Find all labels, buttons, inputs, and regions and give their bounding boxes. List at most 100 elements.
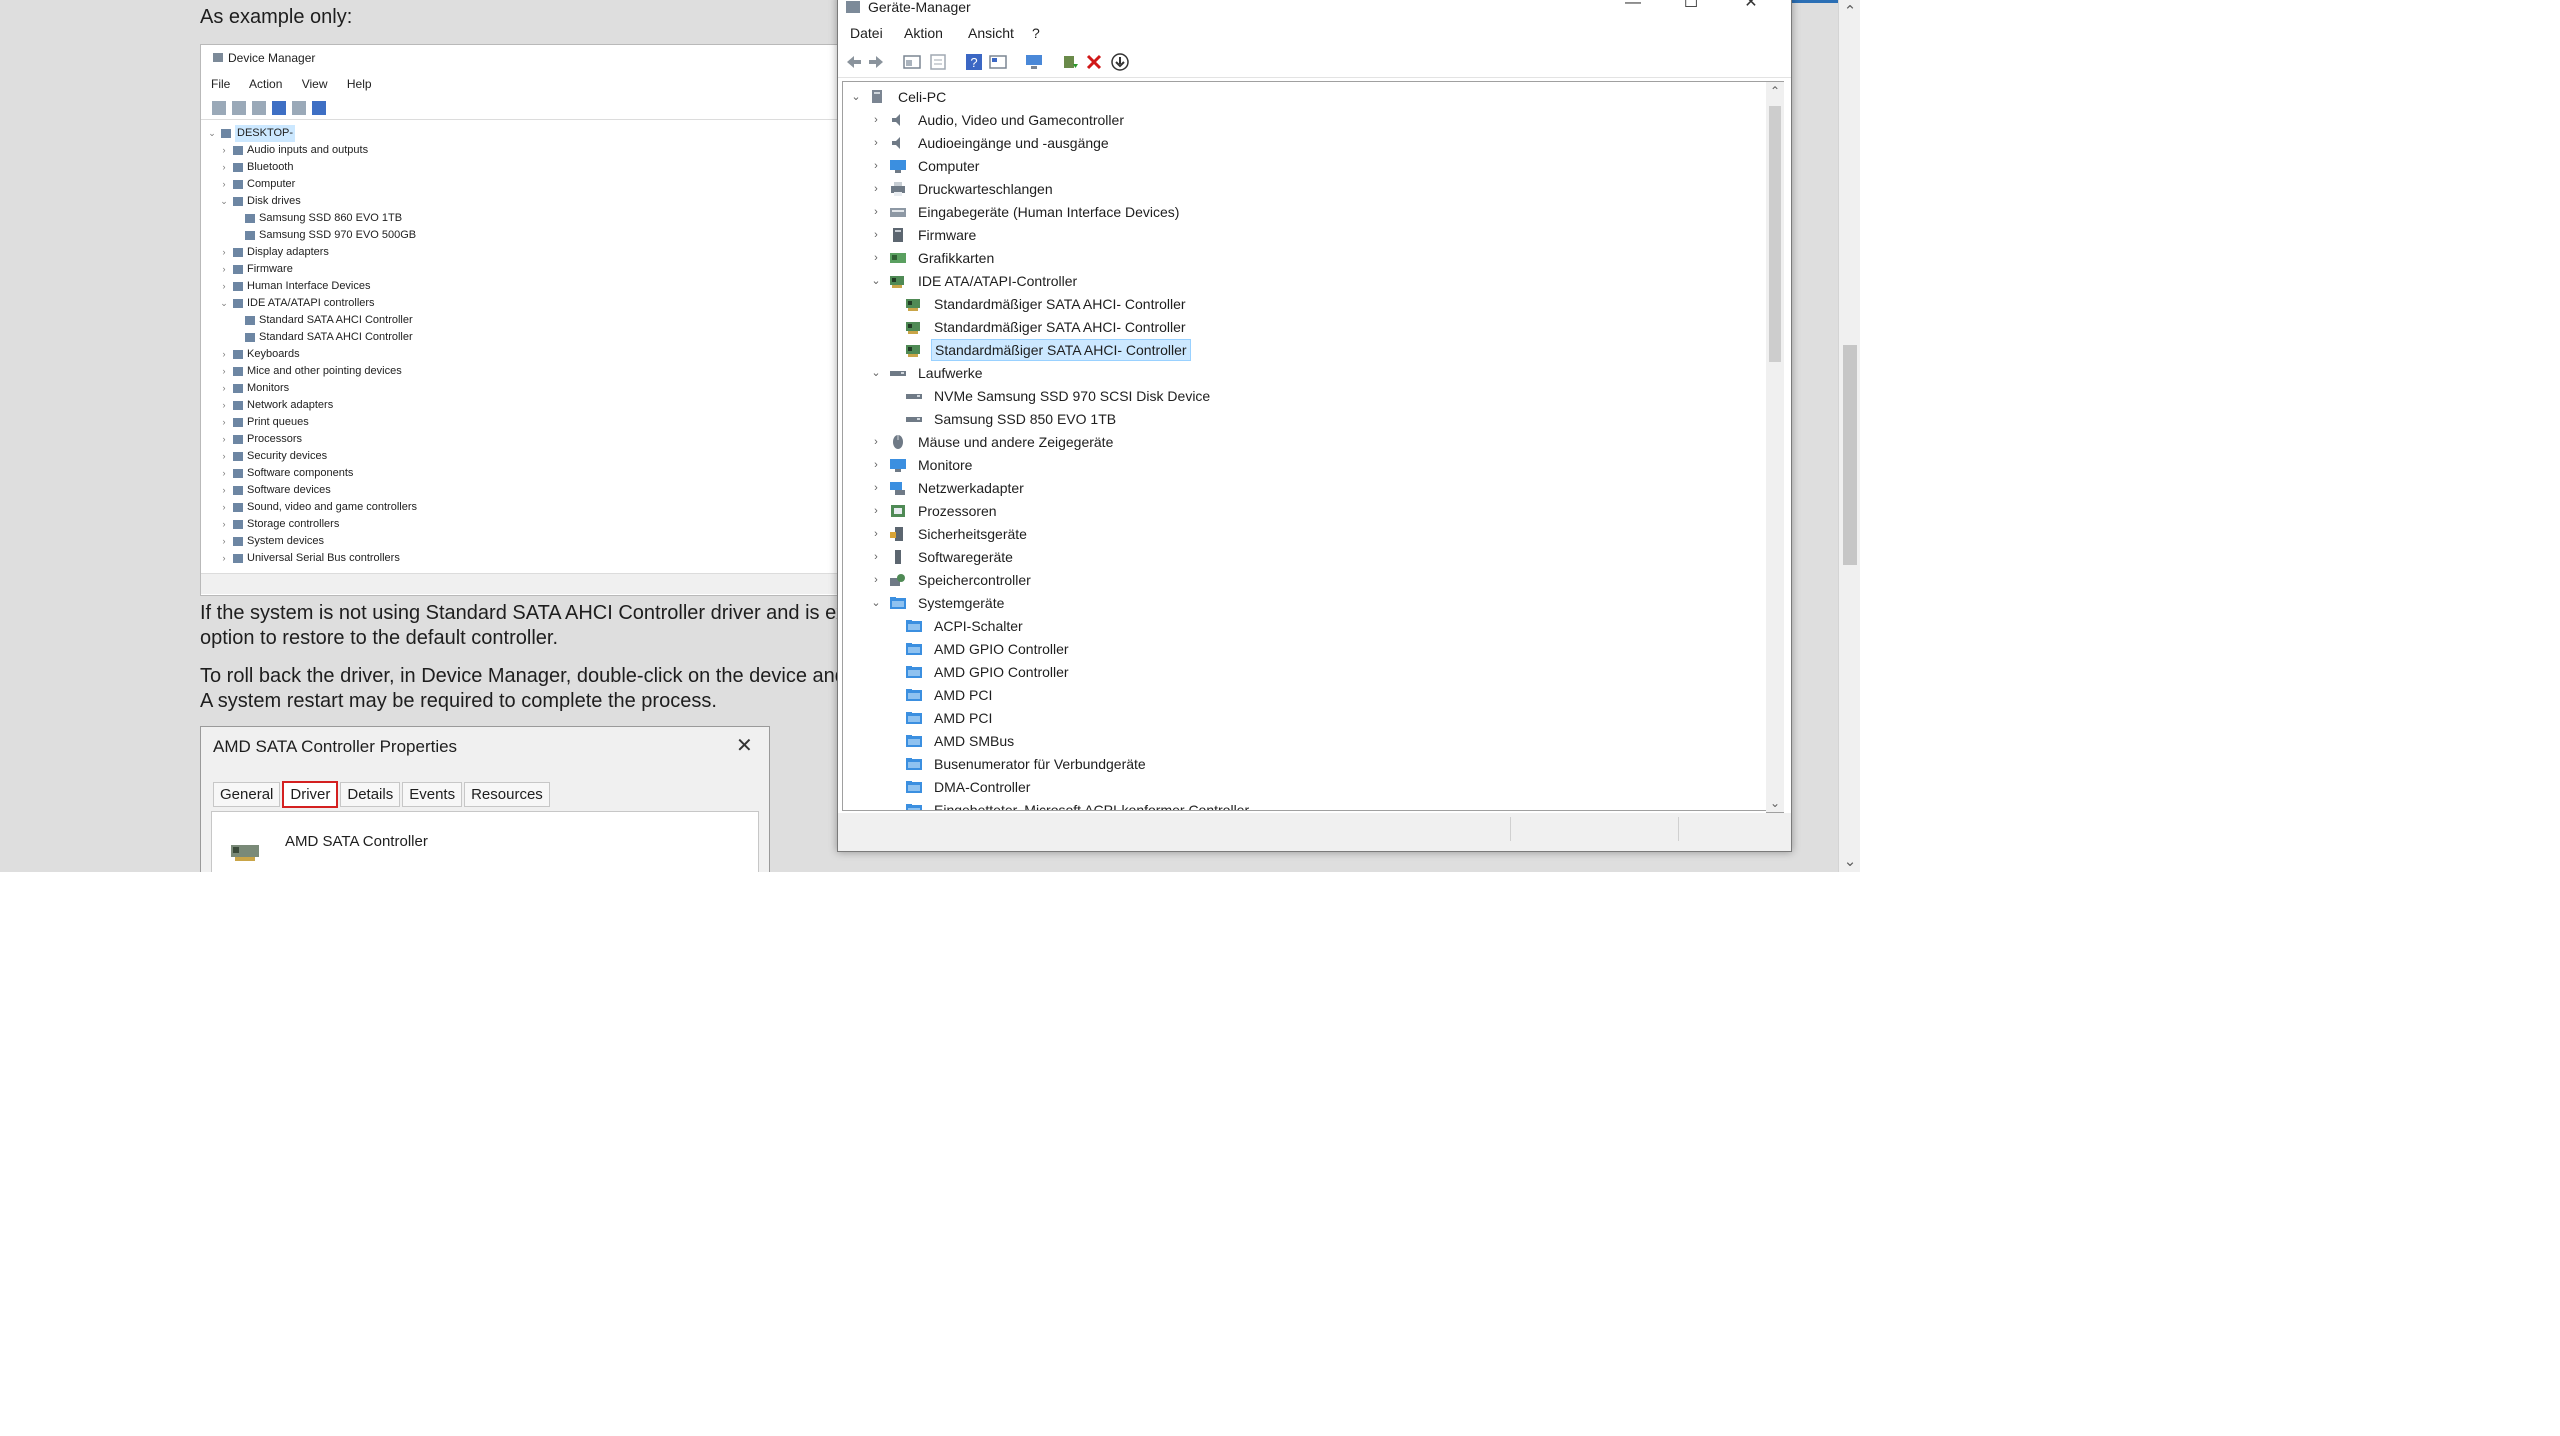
device-tree[interactable]: ⌄ Celi-PC › Audio, Video und Gamecontroll… — [842, 81, 1768, 811]
chevron-right-icon[interactable]: › — [869, 546, 883, 568]
scrollbar-thumb[interactable] — [1843, 345, 1857, 565]
close-icon: ✕ — [736, 735, 753, 757]
scroll-down-arrow-icon[interactable]: ⌄ — [1839, 852, 1860, 870]
download-icon[interactable] — [1110, 52, 1130, 72]
chevron-right-icon[interactable]: › — [869, 201, 883, 223]
system-folder-icon — [906, 712, 922, 724]
device-icon — [233, 180, 243, 189]
tree-item-label: Eingabegeräte (Human Interface Devices) — [918, 204, 1180, 220]
update-driver-icon[interactable] — [1060, 52, 1080, 72]
device-icon — [233, 299, 243, 308]
menu-aktion[interactable]: Aktion — [904, 25, 943, 41]
chevron-right-icon[interactable]: › — [869, 178, 883, 200]
tab-details: Details — [340, 782, 401, 807]
processor-icon — [891, 505, 905, 517]
chevron-right-icon[interactable]: › — [869, 109, 883, 131]
example-menu-action: Action — [249, 77, 283, 91]
chevron-right-icon[interactable]: › — [869, 523, 883, 545]
chevron-down-icon[interactable]: ⌄ — [869, 592, 883, 614]
device-icon — [233, 520, 243, 529]
page-vertical-scrollbar[interactable]: ⌃ ⌄ — [1838, 0, 1860, 872]
example-tree-label: Standard SATA AHCI Controller — [259, 331, 413, 343]
example-device-manager-image: Device Manager File Action View Help ⌄ D… — [200, 44, 842, 596]
tree-item-label: Druckwarteschlangen — [918, 181, 1053, 197]
example-tree-label: Mice and other pointing devices — [247, 365, 402, 377]
device-icon — [233, 367, 243, 376]
chevron-right-icon: › — [222, 247, 226, 257]
chevron-right-icon[interactable]: › — [869, 247, 883, 269]
close-button[interactable]: ✕ — [1722, 0, 1780, 19]
window-title: Geräte-Manager — [846, 0, 971, 21]
properties-icon[interactable] — [902, 52, 922, 72]
example-tree-label: Network adapters — [247, 399, 334, 411]
chevron-right-icon[interactable]: › — [869, 569, 883, 591]
device-icon — [245, 214, 255, 223]
forward-arrow-icon — [232, 101, 246, 115]
printer-icon — [891, 182, 905, 196]
example-menu-file: File — [211, 77, 231, 91]
menu-ansicht[interactable]: Ansicht — [968, 25, 1014, 41]
scroll-up-arrow-icon[interactable]: ⌃ — [1766, 84, 1784, 98]
device-icon — [233, 146, 243, 155]
chevron-down-icon: ⌄ — [220, 298, 228, 308]
chevron-down-icon[interactable]: ⌄ — [869, 362, 883, 384]
properties-dialog-title: AMD SATA Controller Properties — [213, 737, 458, 756]
device-icon — [233, 350, 243, 359]
forward-arrow-icon[interactable] — [866, 52, 886, 72]
firmware-icon — [893, 228, 903, 242]
device-icon — [233, 469, 243, 478]
example-toolbar — [209, 97, 329, 119]
article-paragraph-1-line-2: option to restore to the default control… — [200, 627, 558, 649]
device-icon — [233, 197, 243, 206]
chevron-right-icon[interactable]: › — [869, 500, 883, 522]
chevron-right-icon[interactable]: › — [869, 224, 883, 246]
device-manager-icon — [213, 53, 223, 62]
example-menu-help: Help — [346, 77, 372, 91]
tree-vertical-scrollbar[interactable]: ⌃ ⌄ — [1766, 81, 1784, 813]
scan-hardware-icon[interactable] — [1024, 52, 1044, 72]
chevron-right-icon[interactable]: › — [869, 431, 883, 453]
chevron-right-icon[interactable]: › — [869, 477, 883, 499]
properties-dialog-image: AMD SATA Controller Properties ✕ General… — [200, 726, 770, 872]
scroll-up-arrow-icon[interactable]: ⌃ — [1839, 2, 1860, 20]
menu-help[interactable]: ? — [1032, 25, 1040, 41]
example-tree-label: Bluetooth — [247, 161, 294, 173]
view-list-icon[interactable] — [928, 52, 948, 72]
chevron-down-icon[interactable]: ⌄ — [869, 270, 883, 292]
article-paragraph-2-line-1: To roll back the driver, in Device Manag… — [200, 665, 889, 687]
example-tree-label: Human Interface Devices — [247, 280, 371, 292]
minimize-button[interactable]: — — [1604, 0, 1662, 19]
system-folder-icon — [906, 643, 922, 655]
back-arrow-icon[interactable] — [844, 52, 864, 72]
example-tree-label: Security devices — [247, 450, 328, 462]
chevron-right-icon[interactable]: › — [869, 454, 883, 476]
example-tree-label: Software devices — [247, 484, 331, 496]
tree-item-label: DMA-Controller — [934, 779, 1031, 795]
help-icon[interactable]: ? — [964, 52, 984, 72]
menu-datei[interactable]: Datei — [850, 25, 883, 41]
example-tree-label: Storage controllers — [247, 518, 340, 530]
device-icon — [233, 537, 243, 546]
device-icon — [233, 265, 243, 274]
properties-icon — [252, 101, 266, 115]
speaker-icon — [892, 137, 900, 149]
resources-icon[interactable] — [988, 52, 1008, 72]
chevron-right-icon[interactable]: › — [869, 155, 883, 177]
menu-bar: Datei Aktion Ansicht ? — [838, 21, 1791, 47]
device-icon — [233, 401, 243, 410]
chevron-right-icon[interactable]: › — [869, 132, 883, 154]
chevron-down-icon[interactable]: ⌄ — [849, 86, 863, 108]
window-title-text: Geräte-Manager — [868, 0, 971, 15]
uninstall-device-icon[interactable] — [1084, 52, 1104, 72]
chevron-right-icon: › — [222, 553, 226, 563]
tree-item-label: Netzwerkadapter — [918, 480, 1024, 496]
chevron-right-icon: › — [222, 400, 226, 410]
maximize-button[interactable]: ☐ — [1662, 0, 1720, 19]
svg-text:?: ? — [970, 55, 977, 70]
device-manager-window[interactable]: Geräte-Manager — ☐ ✕ Datei Aktion Ansich… — [837, 0, 1792, 852]
computer-icon — [221, 129, 231, 138]
scan-hardware-icon — [312, 101, 326, 115]
scrollbar-thumb[interactable] — [1769, 106, 1781, 362]
chevron-right-icon: › — [222, 264, 226, 274]
scroll-down-arrow-icon[interactable]: ⌄ — [1766, 796, 1784, 810]
